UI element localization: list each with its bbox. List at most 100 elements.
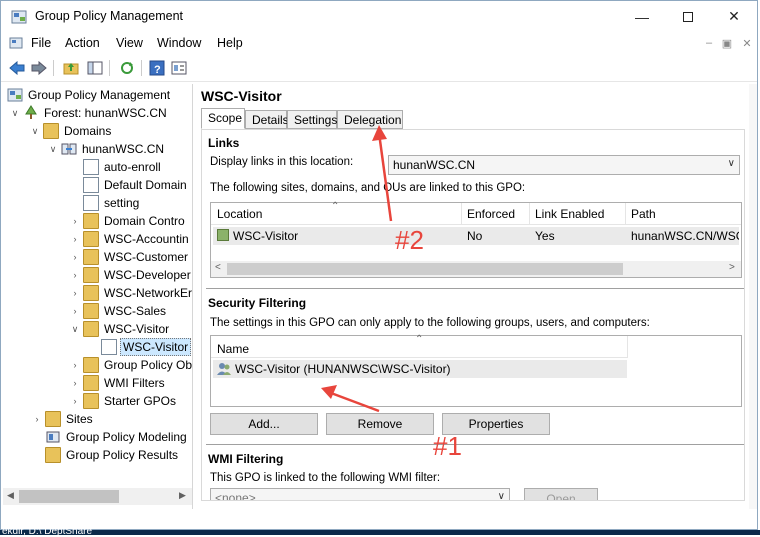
tree-item-ou[interactable]: › WSC-Sales [69, 302, 168, 320]
column-name[interactable]: Name [217, 342, 249, 356]
ou-folder-icon [83, 213, 99, 229]
right-edge-scrollbar[interactable] [749, 84, 757, 509]
tab-scope[interactable]: Scope [201, 108, 245, 129]
folder-icon [83, 393, 99, 409]
column-divider[interactable] [627, 336, 628, 358]
chevron-right-icon[interactable]: › [69, 378, 81, 388]
tree-item-ou[interactable]: › WSC-Accountin [69, 230, 191, 248]
wmi-filter-dropdown[interactable]: <none> ∨ [210, 488, 510, 500]
mmc-menu-icon[interactable] [9, 36, 23, 50]
links-grid: Location ⌃ Enforced Link Enabled Path WS… [210, 201, 742, 278]
tree-item-ou[interactable]: › WSC-Developer [69, 266, 192, 284]
tree-item-modeling[interactable]: Group Policy Modeling [45, 428, 189, 446]
show-hide-tree-icon[interactable] [85, 58, 105, 78]
scroll-right-icon[interactable]: > [729, 262, 735, 273]
scroll-right-icon[interactable]: ▶ [179, 490, 186, 501]
display-links-label: Display links in this location: [210, 156, 354, 168]
folder-icon [43, 123, 59, 139]
minimize-button[interactable]: — [619, 1, 665, 32]
refresh-icon[interactable] [117, 58, 137, 78]
scroll-thumb[interactable] [227, 263, 623, 275]
chevron-right-icon[interactable]: › [69, 306, 81, 316]
scroll-left-icon[interactable]: ◀ [7, 490, 14, 501]
tree-item-gpo-link[interactable]: setting [83, 194, 141, 212]
scroll-left-icon[interactable]: < [215, 262, 221, 273]
close-button[interactable]: ✕ [711, 1, 757, 32]
chevron-right-icon[interactable]: › [69, 288, 81, 298]
chevron-right-icon[interactable]: › [69, 216, 81, 226]
toolbar-separator [109, 60, 110, 76]
cell-path: hunanWSC.CN/WSC-V [631, 229, 739, 243]
mdi-minimize-button[interactable]: – [701, 36, 717, 50]
help-icon[interactable]: ? [147, 58, 167, 78]
tree-item-starter-gpos[interactable]: › Starter GPOs [69, 392, 178, 410]
tree-item-wmi-filters[interactable]: › WMI Filters [69, 374, 167, 392]
mdi-close-button[interactable]: ✕ [739, 36, 755, 50]
tab-delegation[interactable]: Delegation [337, 110, 403, 129]
forest-icon [23, 105, 39, 121]
open-button[interactable]: Open [524, 488, 598, 500]
column-location[interactable]: Location [217, 207, 262, 221]
tree-item-ou[interactable]: ∨ WSC-Visitor [69, 320, 171, 338]
gpo-link-icon [83, 195, 99, 211]
table-row[interactable]: WSC-Visitor (HUNANWSC\WSC-Visitor) [213, 360, 627, 378]
tree-item-domain[interactable]: ∨ hunanWSC.CN [47, 140, 166, 158]
column-enforced[interactable]: Enforced [467, 207, 515, 221]
chevron-down-icon[interactable]: ∨ [47, 144, 59, 155]
toolbar-separator [53, 60, 54, 76]
scroll-thumb[interactable] [19, 490, 119, 503]
maximize-button[interactable] [665, 1, 711, 32]
chevron-right-icon[interactable]: › [69, 360, 81, 370]
chevron-down-icon[interactable]: ∨ [69, 324, 81, 335]
ou-folder-icon [83, 303, 99, 319]
up-folder-icon[interactable] [61, 58, 81, 78]
toolbar-separator [141, 60, 142, 76]
column-divider[interactable] [625, 203, 626, 225]
links-horizontal-scrollbar[interactable]: < > [211, 261, 741, 277]
security-grid-header: Name ⌃ [211, 334, 628, 358]
tree-item-ou[interactable]: › WSC-NetworkEr [69, 284, 192, 302]
tab-details[interactable]: Details [245, 110, 289, 129]
chevron-down-icon[interactable]: ∨ [9, 108, 21, 119]
tree-item-sites[interactable]: › Sites [31, 410, 95, 428]
menu-view[interactable]: View [116, 36, 143, 50]
tree-item-results[interactable]: Group Policy Results [45, 446, 180, 464]
chevron-down-icon[interactable]: ∨ [29, 126, 41, 137]
back-arrow-icon[interactable] [7, 58, 27, 78]
location-dropdown[interactable]: hunanWSC.CN ∨ [388, 155, 740, 175]
mdi-restore-button[interactable]: ▣ [719, 36, 735, 50]
table-row[interactable]: WSC-Visitor No Yes hunanWSC.CN/WSC-V [213, 227, 739, 245]
tree-item-ou[interactable]: › Domain Contro [69, 212, 187, 230]
tree-item-gpo-link[interactable]: Default Domain [83, 176, 189, 194]
menu-window[interactable]: Window [157, 36, 201, 50]
chevron-right-icon[interactable]: › [69, 270, 81, 280]
tree-item-gpo-link[interactable]: auto-enroll [83, 158, 163, 176]
properties-pane-icon[interactable] [169, 58, 189, 78]
column-link-enabled[interactable]: Link Enabled [535, 207, 604, 221]
sort-caret-icon: ⌃ [415, 334, 424, 345]
background-window-strip: ekdir, D:\ DeptShare [0, 526, 760, 537]
tree-item-root[interactable]: Group Policy Management [7, 86, 172, 104]
menu-action[interactable]: Action [65, 36, 100, 50]
chevron-right-icon[interactable]: › [69, 252, 81, 262]
chevron-right-icon[interactable]: › [31, 414, 43, 424]
sites-folder-icon [45, 411, 61, 427]
chevron-right-icon[interactable]: › [69, 396, 81, 406]
menu-file[interactable]: File [31, 36, 51, 50]
tree-item-gpo-objects[interactable]: › Group Policy Ob [69, 356, 192, 374]
tree-item-domains[interactable]: ∨ Domains [29, 122, 113, 140]
chevron-down-icon: ∨ [727, 158, 735, 169]
tree-item-forest[interactable]: ∨ Forest: hunanWSC.CN [9, 104, 169, 122]
chevron-right-icon[interactable]: › [69, 234, 81, 244]
menu-help[interactable]: Help [217, 36, 243, 50]
tree-item-gpo-link-selected[interactable]: WSC-Visitor [101, 338, 192, 356]
forward-arrow-icon[interactable] [29, 58, 49, 78]
column-divider[interactable] [529, 203, 530, 225]
tree-item-ou[interactable]: › WSC-Customer [69, 248, 190, 266]
column-path[interactable]: Path [631, 207, 656, 221]
tree-horizontal-scrollbar[interactable]: ◀ ▶ [3, 488, 192, 505]
remove-button[interactable]: Remove [326, 413, 434, 435]
add-button[interactable]: Add... [210, 413, 318, 435]
column-divider[interactable] [461, 203, 462, 225]
tab-settings[interactable]: Settings [287, 110, 337, 129]
